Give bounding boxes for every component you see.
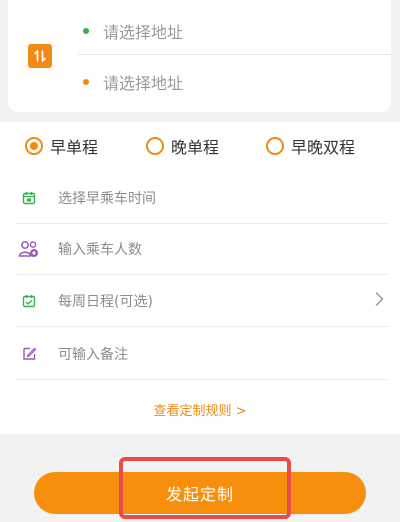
swap-address-button[interactable]	[28, 44, 52, 68]
ride-time-field[interactable]: 选择早乘车时间	[16, 172, 388, 224]
radio-checked-icon	[25, 137, 43, 155]
note-field[interactable]: 可输入备注	[16, 328, 388, 380]
start-dot-icon	[83, 28, 89, 34]
end-address-field[interactable]: 请选择地址	[83, 70, 183, 94]
trip-type-group: 早单程 晚单程 早晚双程	[0, 134, 400, 158]
end-address-placeholder: 请选择地址	[103, 74, 184, 93]
people-icon	[18, 238, 40, 260]
radio-label: 晚单程	[171, 138, 220, 157]
ride-time-label: 选择早乘车时间	[58, 190, 156, 207]
radio-roundtrip[interactable]: 早晚双程	[266, 134, 355, 158]
address-divider	[78, 54, 391, 55]
passenger-count-label: 输入乘车人数	[58, 241, 142, 258]
start-address-field[interactable]: 请选择地址	[83, 19, 183, 43]
end-dot-icon	[83, 79, 89, 85]
calendar-icon	[18, 187, 40, 209]
radio-unchecked-icon	[146, 137, 164, 155]
submit-custom-button[interactable]: 发起定制	[34, 472, 366, 514]
radio-label: 早单程	[50, 138, 99, 157]
radio-evening-oneway[interactable]: 晚单程	[146, 134, 219, 158]
swap-vertical-icon	[34, 50, 46, 62]
passenger-count-field[interactable]: 输入乘车人数	[16, 223, 388, 275]
custom-route-page: 请选择地址 请选择地址 早单程 晚单程 早晚双程 选择早乘车时间 输入乘车人数 …	[0, 0, 400, 522]
chevron-right-icon	[375, 291, 384, 307]
view-rules-link[interactable]: 查看定制规则 >	[0, 400, 400, 419]
weekly-schedule-label: 每周日程(可选)	[58, 293, 153, 310]
weekly-schedule-field[interactable]: 每周日程(可选)	[16, 275, 388, 327]
note-label: 可输入备注	[58, 346, 128, 363]
calendar-check-icon	[18, 290, 40, 312]
address-card: 请选择地址 请选择地址	[8, 0, 391, 112]
start-address-placeholder: 请选择地址	[103, 23, 184, 42]
edit-icon	[18, 343, 40, 365]
radio-morning-oneway[interactable]: 早单程	[25, 134, 98, 158]
radio-unchecked-icon	[266, 137, 284, 155]
radio-label: 早晚双程	[291, 138, 356, 157]
trip-form: 早单程 晚单程 早晚双程 选择早乘车时间 输入乘车人数 每周日程(可选) 可输入…	[0, 122, 400, 434]
